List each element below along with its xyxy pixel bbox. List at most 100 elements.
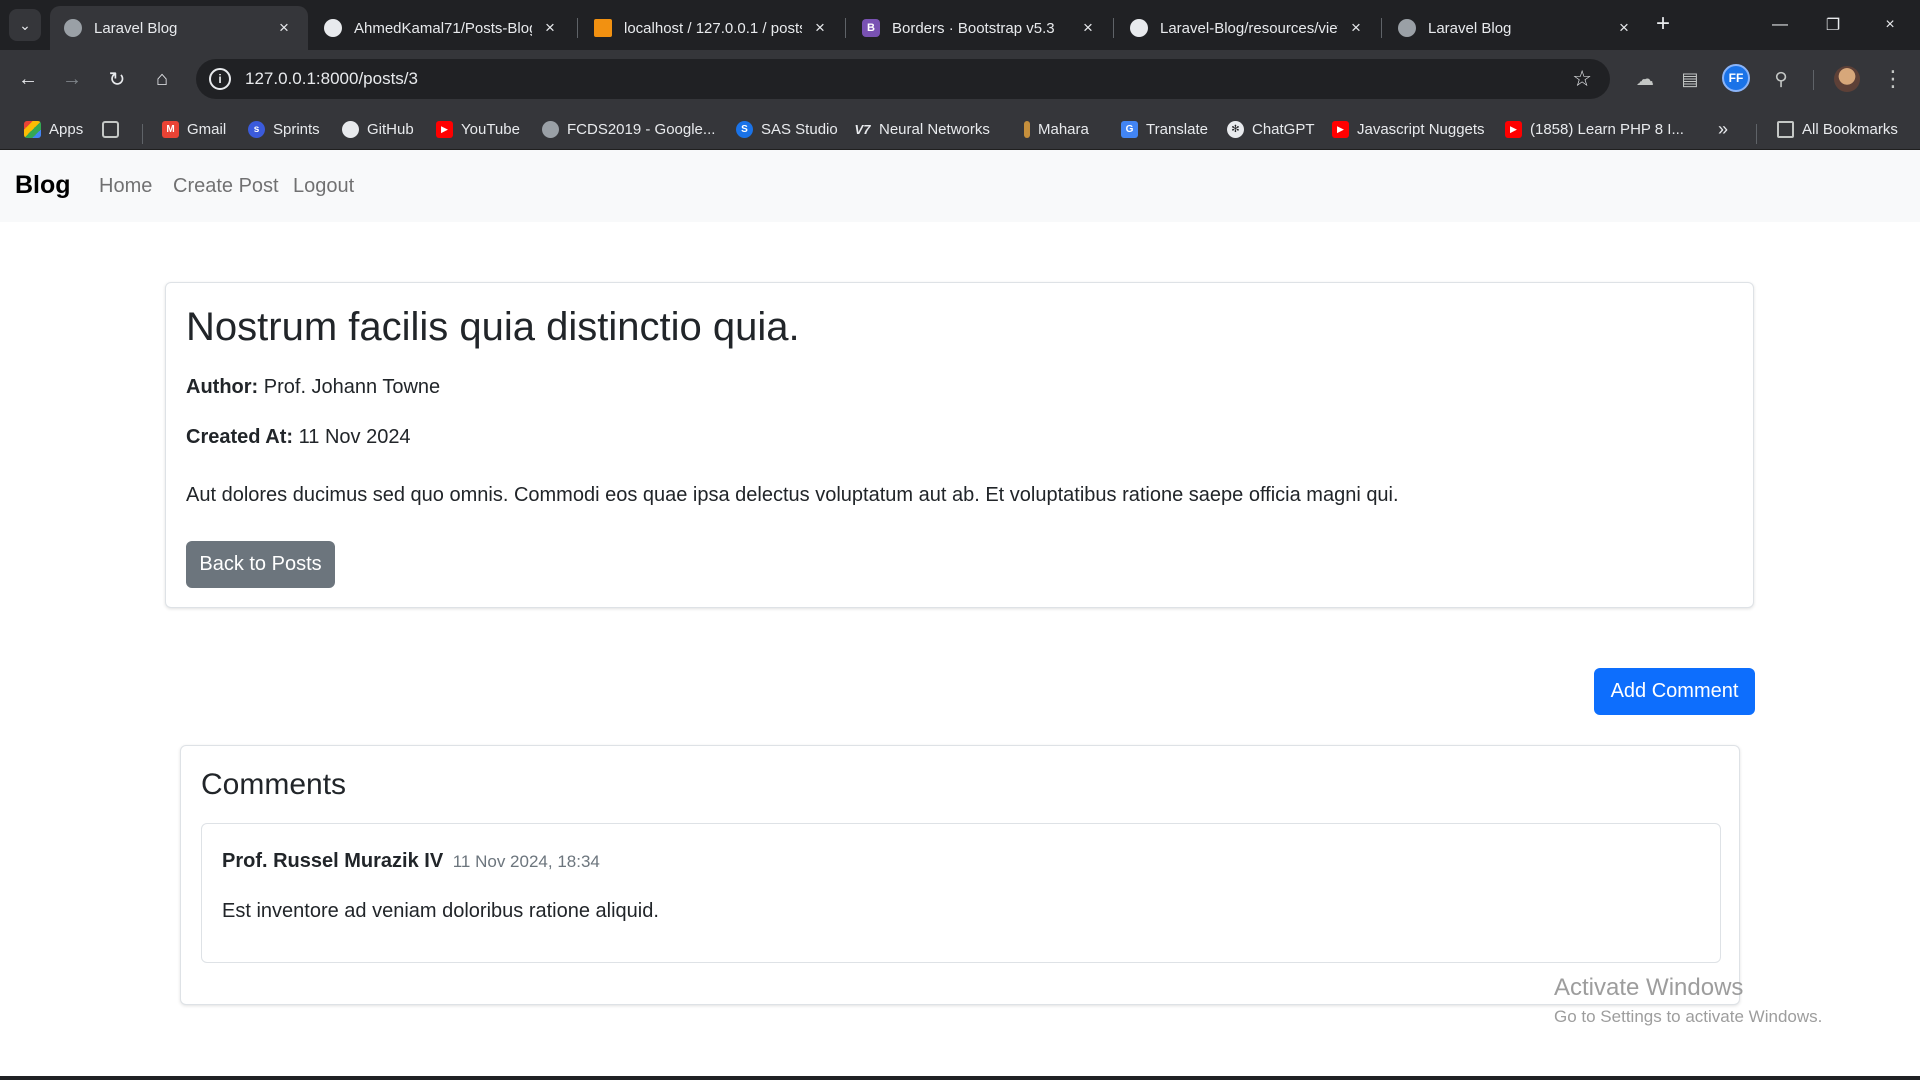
close-window-button[interactable]: × <box>1860 0 1920 50</box>
bootstrap-icon: B <box>862 19 880 37</box>
back-button[interactable]: ← <box>12 63 44 95</box>
site-info-icon[interactable]: i <box>209 68 231 90</box>
cloud-extension-icon[interactable]: ☁ <box>1629 63 1661 95</box>
chevron-down-icon: ⌄ <box>19 16 31 33</box>
bookmark-star-icon[interactable]: ☆ <box>1572 66 1592 92</box>
activate-windows-subtitle: Go to Settings to activate Windows. <box>1554 1007 1823 1026</box>
sprints-icon: s <box>248 120 265 138</box>
author-label: Author: <box>186 376 259 398</box>
bookmark-learn-php[interactable]: ▶ (1858) Learn PHP 8 I... <box>1505 117 1684 141</box>
author-name: Prof. Johann Towne <box>263 376 441 398</box>
tab-label: AhmedKamal71/Posts-Blog <box>354 19 532 37</box>
translate-icon: G <box>1121 120 1138 138</box>
chatgpt-icon: ✻ <box>1227 120 1244 138</box>
navbar-brand[interactable]: Blog <box>15 171 71 200</box>
profile-avatar[interactable] <box>1834 66 1860 92</box>
bookmark-label: (1858) Learn PHP 8 I... <box>1530 120 1684 138</box>
tab-laravel-blog-active[interactable]: Laravel Blog × <box>50 6 308 50</box>
bookmark-tab-groups[interactable] <box>102 117 127 141</box>
tab-groups-icon <box>102 120 119 138</box>
bookmark-gmail[interactable]: M Gmail <box>162 117 226 141</box>
youtube-icon: ▶ <box>1332 120 1349 138</box>
bookmark-javascript-nuggets[interactable]: ▶ Javascript Nuggets <box>1332 117 1485 141</box>
globe-icon <box>1398 19 1416 37</box>
comment-author-line: Prof. Russel Murazik IV 11 Nov 2024, 18:… <box>222 850 600 873</box>
sas-icon: S <box>736 120 753 138</box>
bookmark-fcds2019[interactable]: FCDS2019 - Google... <box>542 117 715 141</box>
bookmark-separator <box>142 124 143 144</box>
post-author: Author: Prof. Johann Towne <box>186 376 440 399</box>
close-icon[interactable]: × <box>274 18 294 38</box>
back-to-posts-button[interactable]: Back to Posts <box>186 541 335 588</box>
tab-label: Laravel Blog <box>1428 19 1512 37</box>
new-tab-button[interactable]: + <box>1650 12 1676 38</box>
folder-icon <box>1777 120 1794 138</box>
close-icon[interactable]: × <box>1078 18 1098 38</box>
add-comment-button[interactable]: Add Comment <box>1594 668 1755 715</box>
forward-button[interactable]: → <box>56 63 88 95</box>
bookmark-label: Neural Networks <box>879 120 990 138</box>
nav-link-logout[interactable]: Logout <box>293 175 354 198</box>
reload-button[interactable]: ↻ <box>101 63 133 95</box>
globe-icon <box>542 120 559 138</box>
bookmark-translate[interactable]: G Translate <box>1121 117 1208 141</box>
tab-label: localhost / 127.0.0.1 / posts <box>624 19 802 37</box>
created-at-value: 11 Nov 2024 <box>298 426 411 448</box>
bookmark-label: Javascript Nuggets <box>1357 120 1485 138</box>
close-icon[interactable]: × <box>1346 18 1366 38</box>
home-button[interactable]: ⌂ <box>146 63 178 95</box>
reading-list-icon[interactable]: ▤ <box>1674 63 1706 95</box>
bookmark-label: All Bookmarks <box>1802 120 1898 138</box>
restore-button[interactable]: ❐ <box>1803 0 1863 50</box>
bookmark-github[interactable]: GitHub <box>342 117 414 141</box>
bookmark-youtube[interactable]: ▶ YouTube <box>436 117 520 141</box>
bookmark-sprints[interactable]: s Sprints <box>248 117 320 141</box>
plus-icon: + <box>1655 10 1670 37</box>
minimize-icon: — <box>1772 16 1788 33</box>
bookmark-chatgpt[interactable]: ✻ ChatGPT <box>1227 117 1315 141</box>
bookmark-sas-studio[interactable]: S SAS Studio <box>736 117 838 141</box>
url-text[interactable]: 127.0.0.1:8000/posts/3 <box>245 69 418 89</box>
tab-github-posts-blog[interactable]: AhmedKamal71/Posts-Blog × <box>310 6 574 50</box>
globe-icon <box>64 19 82 37</box>
bookmark-all-bookmarks[interactable]: All Bookmarks <box>1777 117 1898 141</box>
kebab-menu-icon[interactable]: ⋮ <box>1877 63 1909 95</box>
ff-extension-icon[interactable]: FF <box>1722 64 1750 92</box>
apps-grid-icon <box>24 120 41 138</box>
close-icon[interactable]: × <box>1614 18 1634 38</box>
tab-bootstrap-borders[interactable]: B Borders · Bootstrap v5.3 × <box>848 6 1112 50</box>
minimize-button[interactable]: — <box>1750 0 1810 50</box>
nav-link-home[interactable]: Home <box>99 175 152 198</box>
created-at-label: Created At: <box>186 426 294 448</box>
phpmyadmin-icon <box>594 19 612 37</box>
bookmark-label: Gmail <box>187 120 227 138</box>
bookmark-label: SAS Studio <box>761 120 838 138</box>
tab-phpmyadmin[interactable]: localhost / 127.0.0.1 / posts × <box>580 6 844 50</box>
mahara-icon <box>1024 120 1030 138</box>
arrow-right-icon: → <box>62 67 82 90</box>
close-icon[interactable]: × <box>810 18 830 38</box>
v7-icon: V7 <box>854 121 871 137</box>
bookmark-neural-networks[interactable]: V7 Neural Networks <box>854 117 990 141</box>
bookmark-label: Mahara <box>1038 120 1089 138</box>
close-icon: × <box>1885 16 1895 33</box>
bookmarks-overflow-button[interactable]: » <box>1718 117 1728 141</box>
bookmark-label: Sprints <box>273 120 320 138</box>
tab-search-button[interactable]: ⌄ <box>9 9 41 41</box>
address-bar[interactable]: i 127.0.0.1:8000/posts/3 ☆ <box>196 59 1610 99</box>
tab-separator <box>1381 18 1382 38</box>
youtube-icon: ▶ <box>1505 120 1522 138</box>
puzzle-extensions-icon[interactable]: ⚲ <box>1765 63 1797 95</box>
site-navbar: Blog Home Create Post Logout <box>0 150 1920 222</box>
close-icon[interactable]: × <box>540 18 560 38</box>
nav-link-create-post[interactable]: Create Post <box>173 175 279 198</box>
tab-laravel-blog[interactable]: Laravel Blog × <box>1384 6 1648 50</box>
post-title: Nostrum facilis quia distinctio quia. <box>186 305 800 349</box>
bookmark-mahara[interactable]: Mahara <box>1024 117 1089 141</box>
github-icon <box>324 19 342 37</box>
comment-date: 11 Nov 2024, 18:34 <box>452 852 600 871</box>
bookmark-apps[interactable]: Apps <box>24 117 83 141</box>
extension-label: FF <box>1728 71 1744 85</box>
tab-github-laravel-blog[interactable]: Laravel-Blog/resources/views × <box>1116 6 1380 50</box>
bookmark-label: GitHub <box>367 120 414 138</box>
